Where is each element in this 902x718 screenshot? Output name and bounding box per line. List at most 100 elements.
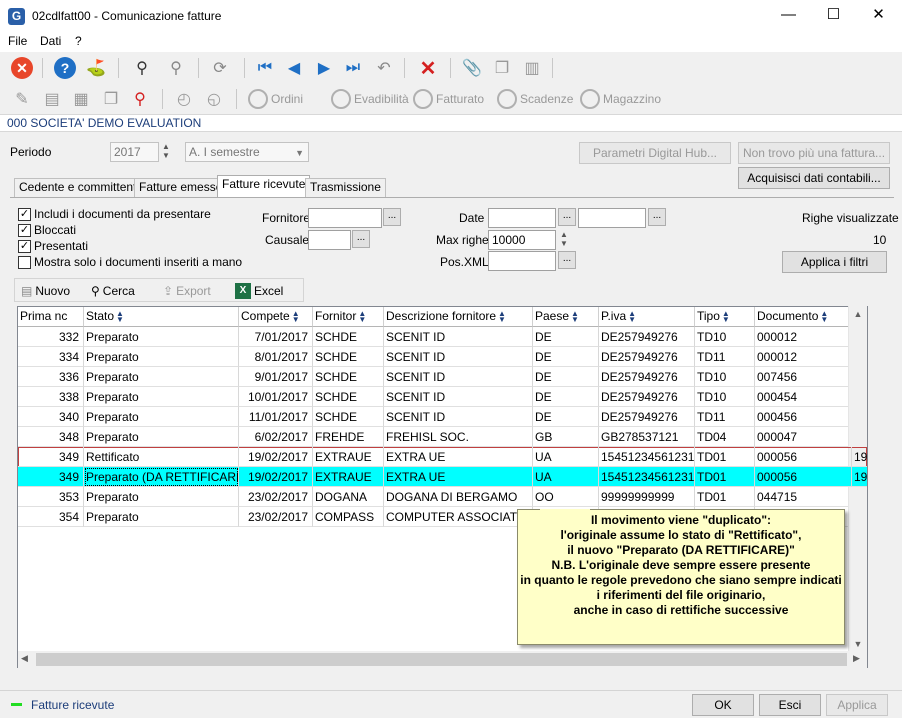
find-next-icon[interactable]: ⚲ [164,56,188,80]
cerca-button[interactable]: ⚲ Cerca [91,281,135,301]
tab-fatture-emesse[interactable]: Fatture emesse [134,178,228,197]
copy-icon[interactable]: ❐ [490,56,514,80]
date-from-picker[interactable]: ... [558,208,576,226]
causale-input[interactable] [308,230,351,250]
maximize-button[interactable]: ☐ [811,0,856,30]
menu-dati[interactable]: Dati [40,34,61,48]
previous-record-icon[interactable]: ◀ [282,56,306,80]
find-icon[interactable]: ⚲ [130,56,154,80]
column-header[interactable]: P.iva ▲ ▼ [599,307,695,327]
menu-help[interactable]: ? [75,34,82,48]
checkbox[interactable]: ✓ [18,239,31,253]
evadibilita-button[interactable]: Evadibilità [331,89,409,109]
check-includi[interactable]: ✓ Includi i documenti da presentare [18,206,242,222]
checkbox[interactable]: ✓ [18,223,31,237]
ok-button[interactable]: OK [692,694,754,716]
max-righe-input[interactable]: 10000 [488,230,556,250]
sort-icon[interactable]: ▲ ▼ [498,309,506,323]
layout-icon[interactable]: ▥ [520,56,544,80]
history-user-icon[interactable]: ◵ [202,87,226,111]
history-icon[interactable]: ◴ [172,87,196,111]
applica-filtri-button[interactable]: Applica i filtri [782,251,887,273]
column-header[interactable]: Compete ▲ ▼ [239,307,313,327]
tab-trasmissione[interactable]: Trasmissione [305,178,386,197]
first-record-icon[interactable]: ⏮ [253,56,277,80]
fornitore-lookup-button[interactable]: ... [383,208,401,226]
nuovo-button[interactable]: ▤ Nuovo [21,281,70,301]
sort-icon[interactable]: ▲ ▼ [292,309,300,323]
applica-button[interactable]: Applica [826,694,888,716]
menu-file[interactable]: File [8,34,27,48]
column-header[interactable]: Tipo ▲ ▼ [695,307,755,327]
date-to-input[interactable] [578,208,646,228]
pages-icon[interactable]: ❐ [99,87,123,111]
minimize-button[interactable]: — [766,0,811,30]
column-header[interactable]: Stato ▲ ▼ [84,307,239,327]
column-header[interactable]: Fornitor ▲ ▼ [313,307,384,327]
checkbox[interactable]: ✓ [18,207,31,221]
table-row[interactable]: 348 Preparato 6/02/2017 FREHDE FREHISL SOC. G… [18,427,867,447]
sort-icon[interactable]: ▲ ▼ [358,309,366,323]
date-from-input[interactable] [488,208,556,228]
sort-icon[interactable]: ▲ ▼ [820,309,828,323]
scroll-left-icon[interactable]: ◀ [21,653,28,664]
date-to-picker[interactable]: ... [648,208,666,226]
last-record-icon[interactable]: ⏭ [341,56,365,80]
table-row[interactable]: 338 Preparato 10/01/2017 SCHDE SCENIT ID DE DE… [18,387,867,407]
check-bloccati[interactable]: ✓ Bloccati [18,222,242,238]
refresh-icon[interactable]: ⟳ [208,56,232,80]
help-icon[interactable]: ? [53,56,77,80]
max-righe-spinner[interactable]: ▲ ▼ [560,230,568,248]
column-header[interactable]: Documento ▲ ▼ [755,307,852,327]
parametri-digital-hub-button[interactable]: Parametri Digital Hub... [579,142,731,164]
table-row[interactable]: 332 Preparato 7/01/2017 SCHDE SCENIT ID DE DE2… [18,327,867,347]
table-row[interactable]: 336 Preparato 9/01/2017 SCHDE SCENIT ID DE DE2… [18,367,867,387]
sort-icon[interactable]: ▲ ▼ [722,309,730,323]
posxml-lookup-button[interactable]: ... [558,251,576,269]
check-presentati[interactable]: ✓ Presentati [18,238,242,254]
year-spinner[interactable]: ▲ ▼ [162,142,170,160]
documents-icon[interactable]: ▦ [69,87,93,111]
export-button[interactable]: ⇪ Export [163,281,211,301]
attachment-icon[interactable]: 📎 [460,56,484,80]
binoculars-icon[interactable]: ⛳ [84,56,108,80]
next-record-icon[interactable]: ▶ [312,56,336,80]
excel-button[interactable]: X Excel [235,281,283,301]
table-row[interactable]: 340 Preparato 11/01/2017 SCHDE SCENIT ID DE DE… [18,407,867,427]
acquisisci-dati-button[interactable]: Acquisisci dati contabili... [738,167,890,189]
zoom-icon[interactable]: ⚲ [128,87,152,111]
periodo-year-input[interactable]: 2017 [110,142,159,162]
magazzino-button[interactable]: Magazzino [580,89,661,109]
edit-icon[interactable]: ✎ [10,87,34,111]
sort-icon[interactable]: ▲ ▼ [571,309,579,323]
tab-fatture-ricevute[interactable]: Fatture ricevute [217,175,311,198]
table-row[interactable]: 353 Preparato 23/02/2017 DOGANA DOGANA DI BE… [18,487,867,507]
sort-icon[interactable]: ▲ ▼ [116,309,124,323]
column-header[interactable]: Paese ▲ ▼ [533,307,599,327]
checkbox[interactable] [18,255,31,269]
fornitore-input[interactable] [308,208,382,228]
sort-icon[interactable]: ▲ ▼ [628,309,636,323]
check-mostra-manuali[interactable]: Mostra solo i documenti inseriti a mano [18,254,242,270]
tab-cedente-committente[interactable]: Cedente e committente [14,178,149,197]
column-header[interactable]: Descrizione fornitore ▲ ▼ [384,307,533,327]
table-row[interactable]: 349 Rettificato 19/02/2017 EXTRAUE EXTRA UE U… [18,447,867,467]
esci-button[interactable]: Esci [759,694,821,716]
table-row[interactable]: 334 Preparato 8/01/2017 SCHDE SCENIT ID DE DE2… [18,347,867,367]
scroll-right-icon[interactable]: ▶ [853,653,860,664]
exit-icon[interactable]: ✕ [10,56,34,80]
fatturato-button[interactable]: Fatturato [413,89,484,109]
column-header[interactable]: Prima nc [18,307,84,327]
table-row[interactable]: 349 Preparato (DA RETTIFICARE) 19/02/2017 E… [18,467,867,487]
non-trovo-fattura-button[interactable]: Non trovo più una fattura... [738,142,890,164]
scroll-thumb[interactable] [36,653,847,666]
close-window-button[interactable]: ✕ [856,0,901,30]
delete-icon[interactable]: ✕ [416,56,440,80]
posxml-input[interactable] [488,251,556,271]
causale-lookup-button[interactable]: ... [352,230,370,248]
undo-icon[interactable]: ↶ [372,56,396,80]
semester-select[interactable]: A. I semestre ▼ [185,142,309,162]
scroll-up-icon[interactable]: ▲ [849,309,867,319]
scadenze-button[interactable]: Scadenze [497,89,573,109]
ordini-button[interactable]: Ordini [248,89,303,109]
